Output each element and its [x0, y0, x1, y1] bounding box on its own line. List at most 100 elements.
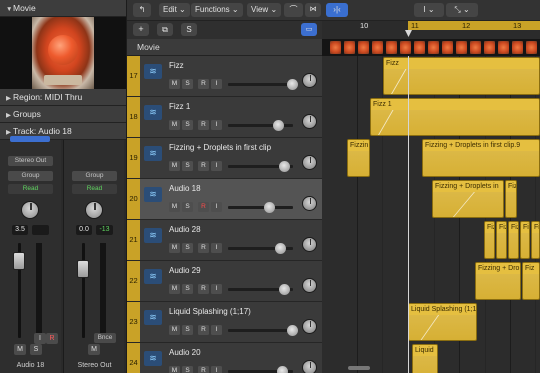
volume-slider-track[interactable]: [228, 329, 293, 332]
track-header[interactable]: 21 ≋ Audio 28 M S R I: [127, 220, 322, 261]
duplicate-track-icon[interactable]: ⧉: [157, 23, 173, 36]
bounce-button[interactable]: Bnce: [94, 333, 116, 343]
mute-button[interactable]: M: [169, 79, 180, 89]
input-monitor-button[interactable]: I: [34, 333, 46, 344]
audio-region[interactable]: Liquid: [412, 344, 438, 373]
pan-knob[interactable]: [302, 278, 317, 293]
mute-button[interactable]: M: [88, 344, 100, 355]
volume-slider-handle[interactable]: [273, 120, 284, 131]
solo-button[interactable]: S: [182, 79, 193, 89]
solo-button[interactable]: S: [182, 325, 193, 335]
mute-button[interactable]: M: [169, 120, 180, 130]
input-monitor-button[interactable]: I: [211, 120, 222, 130]
volume-slider-handle[interactable]: [287, 325, 298, 336]
record-button[interactable]: R: [198, 284, 209, 294]
horizontal-scrollbar[interactable]: [348, 366, 370, 370]
audio-region[interactable]: Fizzing + Droplets in first clip.9: [422, 139, 540, 177]
audio-region[interactable]: Fizz: [383, 57, 540, 95]
input-monitor-button[interactable]: I: [211, 284, 222, 294]
input-monitor-button[interactable]: I: [211, 161, 222, 171]
volume-fader-handle[interactable]: [13, 252, 25, 270]
back-arrow-icon[interactable]: ↰: [133, 3, 151, 17]
input-monitor-button[interactable]: I: [211, 202, 222, 212]
movie-track-header[interactable]: Movie: [127, 39, 322, 56]
input-monitor-button[interactable]: I: [211, 366, 222, 373]
playhead-line[interactable]: [408, 56, 409, 373]
input-monitor-button[interactable]: I: [211, 325, 222, 335]
mute-button[interactable]: M: [169, 243, 180, 253]
mute-button[interactable]: M: [14, 344, 26, 355]
audio-region[interactable]: Fizzing + Droplets in: [432, 180, 504, 218]
record-button[interactable]: R: [198, 366, 209, 373]
audio-region[interactable]: Fizzing + Dro: [475, 262, 521, 300]
audio-region[interactable]: Fiz: [505, 180, 517, 218]
track-header[interactable]: 18 ≋ Fizz 1 MSRI: [127, 97, 322, 138]
audio-region[interactable]: Fiz: [508, 221, 519, 259]
add-track-button[interactable]: +: [133, 23, 149, 36]
pan-knob[interactable]: [302, 155, 317, 170]
flex-icon[interactable]: ⋈: [305, 3, 321, 17]
solo-button[interactable]: S: [182, 120, 193, 130]
solo-button[interactable]: S: [182, 284, 193, 294]
solo-button[interactable]: S: [182, 366, 193, 373]
audio-region[interactable]: Fiz: [484, 221, 495, 259]
volume-slider-track[interactable]: [228, 83, 293, 86]
record-button[interactable]: R: [198, 243, 209, 253]
snap-icon[interactable]: ›|‹: [326, 3, 348, 17]
volume-slider-handle[interactable]: [275, 243, 286, 254]
playhead-marker-icon[interactable]: [405, 30, 412, 37]
pan-knob[interactable]: [21, 201, 39, 219]
track-name[interactable]: Fizz 1: [169, 102, 317, 111]
pan-knob[interactable]: [302, 360, 317, 373]
record-button[interactable]: R: [198, 202, 209, 212]
pan-knob[interactable]: [302, 237, 317, 252]
volume-slider-handle[interactable]: [264, 202, 275, 213]
track-name[interactable]: Audio 28: [169, 225, 317, 234]
bar-ruler[interactable]: 10 11 12 13: [322, 21, 540, 39]
pan-knob[interactable]: [302, 73, 317, 88]
pan-knob[interactable]: [302, 319, 317, 334]
record-button[interactable]: R: [198, 161, 209, 171]
audio-region[interactable]: Fiz: [522, 262, 540, 300]
volume-slider-handle[interactable]: [279, 161, 290, 172]
track-name[interactable]: Fizz: [169, 61, 317, 70]
input-slot[interactable]: [10, 136, 50, 142]
audio-region[interactable]: Fiz: [531, 221, 540, 259]
volume-fader-track[interactable]: [82, 243, 85, 338]
audio-region[interactable]: Fiz: [520, 221, 530, 259]
edit-menu[interactable]: Edit ⌄: [159, 3, 190, 17]
global-solo-button[interactable]: S: [181, 23, 197, 36]
group-slot[interactable]: Group: [8, 171, 53, 181]
record-button[interactable]: R: [198, 325, 209, 335]
automation-curve-icon[interactable]: ⌒: [284, 3, 303, 17]
track-name[interactable]: Liquid Splashing (1;17): [169, 307, 317, 316]
input-monitor-button[interactable]: I: [211, 243, 222, 253]
pencil-tool-icon[interactable]: ⤡ ⌄: [446, 3, 478, 17]
record-button[interactable]: R: [198, 120, 209, 130]
track-header[interactable]: 17 ≋ Fizz M S R I: [127, 56, 322, 97]
track-header[interactable]: 20 ≋ Audio 18 M S R I: [127, 179, 322, 220]
automation-mode[interactable]: Read: [72, 184, 117, 194]
solo-button[interactable]: S: [182, 243, 193, 253]
audio-region[interactable]: Liquid Splashing (1;1: [408, 303, 477, 341]
mute-button[interactable]: M: [169, 161, 180, 171]
track-header[interactable]: 19 ≋ Fizzing + Droplets in first clip M S R I: [127, 138, 322, 179]
record-button[interactable]: R: [198, 79, 209, 89]
mute-button[interactable]: M: [169, 202, 180, 212]
track-header[interactable]: 22 ≋ Audio 29 M S R I: [127, 261, 322, 302]
group-slot[interactable]: Group: [72, 171, 117, 181]
region-inspector-header[interactable]: ▶ Region: MIDI Thru: [0, 89, 126, 106]
track-header[interactable]: 23 ≋ Liquid Splashing (1;17) M S R I: [127, 302, 322, 343]
volume-slider-handle[interactable]: [287, 79, 298, 90]
input-monitor-button[interactable]: I: [211, 79, 222, 89]
automation-mode[interactable]: Read: [8, 184, 53, 194]
volume-slider-handle[interactable]: [279, 284, 290, 295]
pan-knob[interactable]: [302, 196, 317, 211]
mute-button[interactable]: M: [169, 284, 180, 294]
track-name[interactable]: Audio 20: [169, 348, 317, 357]
track-name[interactable]: Audio 18: [169, 184, 317, 193]
output-slot[interactable]: Stereo Out: [8, 156, 53, 166]
solo-button[interactable]: S: [30, 344, 42, 355]
audio-region[interactable]: Fizzin: [347, 139, 370, 177]
functions-menu[interactable]: Functions ⌄: [191, 3, 243, 17]
